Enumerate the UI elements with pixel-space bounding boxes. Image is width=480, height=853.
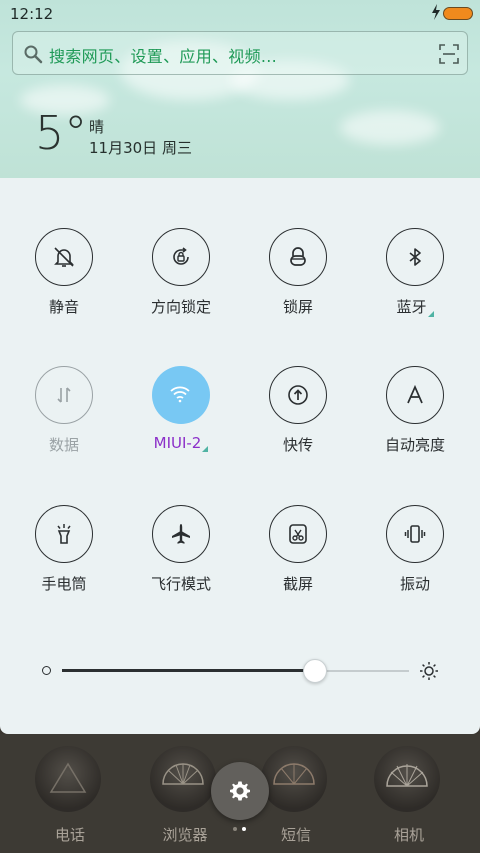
search-icon [24, 45, 43, 64]
toggle-label-wrap: 蓝牙 [365, 296, 465, 317]
rotation-lock-icon [173, 247, 189, 265]
flashlight-icon [57, 524, 71, 544]
screenshot-toggle-circle[interactable] [269, 505, 327, 563]
settings-button[interactable] [211, 762, 269, 820]
toggle-label: 截屏 [282, 575, 313, 593]
dock-app-camera[interactable]: 相机 [369, 744, 449, 849]
status-bar: 12:12 [0, 0, 480, 28]
toggle-label: 方向锁定 [150, 298, 211, 316]
toggle-label: 手电筒 [41, 575, 87, 593]
browser-app-icon [150, 746, 216, 812]
airplane-toggle-circle[interactable] [152, 505, 210, 563]
dock-app-label: 电话 [54, 826, 85, 844]
rotation-lock-toggle-circle[interactable] [152, 228, 210, 286]
screenshot-icon [289, 524, 307, 544]
lock-icon [290, 247, 306, 266]
brightness-low-icon [42, 666, 51, 675]
toggle-label: 振动 [399, 575, 430, 593]
mute-bell-icon [54, 247, 74, 267]
charging-icon [432, 4, 440, 20]
mobile-data-icon [57, 387, 71, 403]
toggle-vibrate[interactable]: 振动 [365, 505, 465, 615]
bluetooth-icon [409, 248, 421, 266]
weather-condition: 晴 [89, 118, 105, 136]
toggle-flashlight[interactable]: 手电筒 [14, 505, 114, 615]
toggle-label: 蓝牙 [396, 298, 427, 316]
search-placeholder: 搜索网页、设置、应用、视频... [49, 47, 278, 66]
dock-app-label: 浏览器 [162, 826, 208, 844]
weather-date: 11月30日 周三 [89, 139, 192, 157]
toggle-mute[interactable]: 静音 [14, 228, 114, 338]
toggle-label-wrap: MIUI-2 [131, 434, 231, 452]
airplane-icon [172, 524, 190, 544]
messages-app-icon [261, 746, 327, 812]
toggle-label: 静音 [48, 298, 79, 316]
toggle-label: MIUI-2 [153, 434, 202, 452]
toggle-mobile-data[interactable]: 数据 [14, 366, 114, 476]
dock-app-phone[interactable]: 电话 [30, 744, 110, 849]
page-dot-active [242, 827, 246, 831]
toggle-screenshot[interactable]: 截屏 [248, 505, 348, 615]
toggle-label: 自动亮度 [384, 436, 445, 454]
bluetooth-toggle-circle[interactable] [386, 228, 444, 286]
wifi-toggle-circle[interactable] [152, 366, 210, 424]
quick-settings-panel: 静音 方向锁定 锁屏 蓝牙 数据 MIUI-2 快传 自动亮度 手电筒 飞行模式… [0, 178, 480, 734]
brightness-fill [62, 669, 316, 672]
phone-app-icon [35, 746, 101, 812]
toggle-airplane-mode[interactable]: 飞行模式 [131, 505, 231, 615]
mobile-data-toggle-circle[interactable] [35, 366, 93, 424]
toggle-label: 数据 [48, 436, 79, 454]
wifi-icon [170, 386, 190, 403]
brightness-track[interactable] [62, 659, 409, 683]
toggle-rotation-lock[interactable]: 方向锁定 [131, 228, 231, 338]
toggle-wifi[interactable]: MIUI-2 [131, 366, 231, 476]
toggle-quick-transfer[interactable]: 快传 [248, 366, 348, 476]
toggle-lock-screen[interactable]: 锁屏 [248, 228, 348, 338]
weather-temperature: 5° [35, 106, 88, 160]
scan-icon[interactable] [439, 44, 459, 64]
lock-screen-toggle-circle[interactable] [269, 228, 327, 286]
brightness-slider[interactable] [40, 656, 440, 686]
status-time: 12:12 [10, 5, 54, 23]
wallpaper-header: 12:12 搜索网页、设置、应用、视频... 5° 晴 11月30日 周三 [0, 0, 480, 180]
toggle-label: 飞行模式 [150, 575, 211, 593]
auto-brightness-icon [407, 384, 423, 404]
vibrate-toggle-circle[interactable] [386, 505, 444, 563]
toggle-auto-brightness[interactable]: 自动亮度 [365, 366, 465, 476]
page-indicator [230, 827, 250, 833]
page-dot-inactive [233, 827, 237, 831]
submenu-indicator-icon [202, 446, 209, 452]
camera-app-icon [374, 746, 440, 812]
mute-toggle-circle[interactable] [35, 228, 93, 286]
gear-icon [230, 781, 250, 801]
toggle-label: 快传 [282, 436, 313, 454]
vibrate-icon [404, 525, 426, 543]
quick-transfer-toggle-circle[interactable] [269, 366, 327, 424]
submenu-indicator-icon [427, 311, 434, 317]
search-bar[interactable]: 搜索网页、设置、应用、视频... [12, 31, 468, 75]
dock-app-label: 相机 [393, 826, 424, 844]
dock-app-label: 短信 [280, 826, 311, 844]
quick-transfer-icon [288, 385, 308, 405]
brightness-thumb[interactable] [303, 659, 328, 683]
flashlight-toggle-circle[interactable] [35, 505, 93, 563]
toggle-label: 锁屏 [282, 298, 313, 316]
brightness-high-icon [420, 662, 438, 680]
toggle-bluetooth[interactable]: 蓝牙 [365, 228, 465, 338]
auto-brightness-toggle-circle[interactable] [386, 366, 444, 424]
battery-icon [443, 7, 473, 20]
